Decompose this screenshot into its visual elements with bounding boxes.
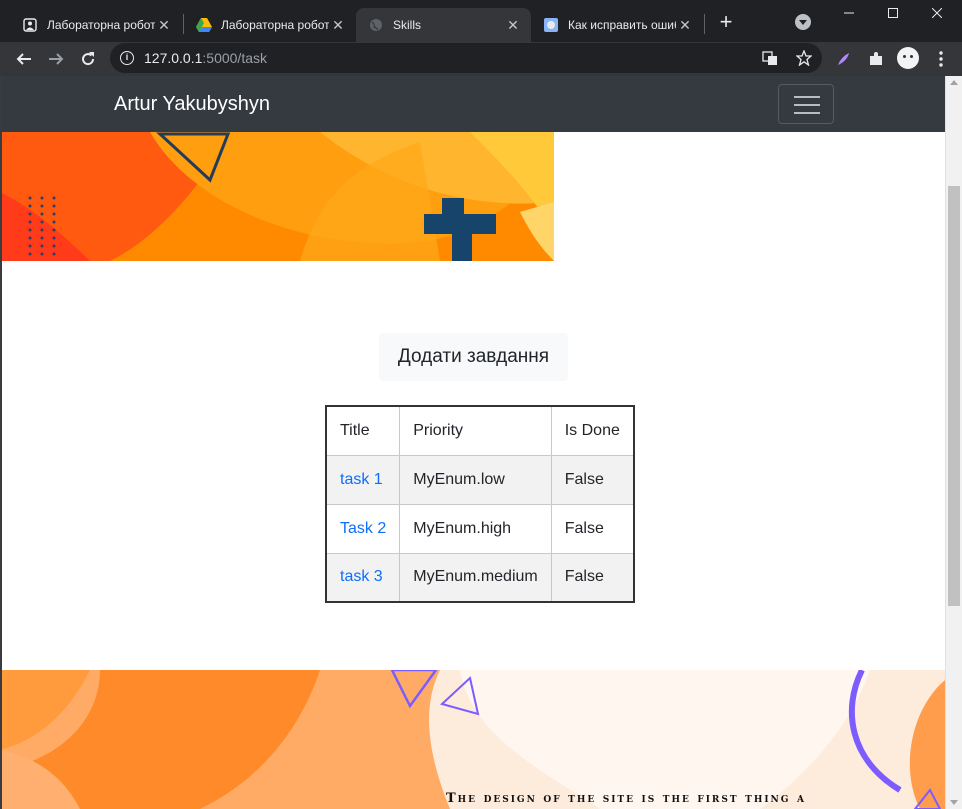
url-path: :5000/task bbox=[202, 50, 267, 66]
url-text[interactable]: 127.0.0.1:5000/task bbox=[144, 50, 267, 66]
extensions-puzzle-icon[interactable] bbox=[867, 51, 885, 69]
browser-toolbar: i 127.0.0.1:5000/task bbox=[0, 42, 962, 76]
tab-search-icon[interactable] bbox=[795, 14, 811, 30]
close-tab-icon[interactable]: ✕ bbox=[677, 17, 693, 33]
tab-title: Как исправить ошибку bbox=[568, 18, 676, 32]
scrollbar-thumb[interactable] bbox=[948, 186, 960, 606]
site-navbar: Artur Yakubyshyn bbox=[0, 76, 945, 132]
header-decor-image bbox=[0, 132, 554, 261]
hamburger-icon bbox=[794, 104, 820, 106]
task-title-cell: Task 2 bbox=[325, 503, 401, 554]
tab-title: Skills bbox=[393, 18, 422, 32]
navbar-toggler-button[interactable] bbox=[778, 84, 834, 124]
translate-icon[interactable] bbox=[762, 50, 778, 66]
column-header-priority: Priority bbox=[399, 405, 552, 456]
address-bar[interactable]: i 127.0.0.1:5000/task bbox=[110, 43, 822, 73]
scroll-up-arrow-icon[interactable] bbox=[950, 80, 958, 85]
scroll-down-arrow-icon[interactable] bbox=[950, 800, 958, 805]
tab-lab-work-2[interactable]: Лабораторна робота ✕ bbox=[184, 8, 356, 42]
tab-skills[interactable]: Skills ✕ bbox=[356, 8, 531, 42]
add-task-button[interactable]: Додати завдання bbox=[379, 333, 568, 381]
task-done-cell: False bbox=[550, 503, 635, 554]
footer-decor-image bbox=[0, 670, 945, 809]
close-tab-icon[interactable]: ✕ bbox=[156, 17, 172, 33]
tab-title: Лабораторна робота bbox=[47, 18, 155, 32]
bookmark-star-icon[interactable] bbox=[795, 49, 813, 67]
task-priority-cell: MyEnum.low bbox=[399, 454, 552, 505]
page-viewport: Artur Yakubyshyn Додати завдання Title P… bbox=[0, 76, 945, 809]
task-priority-cell: MyEnum.high bbox=[399, 503, 552, 554]
forward-button[interactable] bbox=[43, 46, 69, 72]
task-title-cell: task 3 bbox=[325, 552, 401, 603]
site-info-icon[interactable]: i bbox=[120, 51, 134, 65]
table-row: Task 2 MyEnum.high False bbox=[325, 503, 635, 554]
table-row: task 3 MyEnum.medium False bbox=[325, 552, 635, 603]
footer-tagline: The design of the site is the first thin… bbox=[446, 791, 806, 806]
back-button[interactable] bbox=[11, 46, 37, 72]
globe-icon bbox=[368, 17, 384, 33]
profile-avatar[interactable] bbox=[897, 47, 919, 69]
column-header-is-done: Is Done bbox=[550, 405, 635, 456]
site-brand[interactable]: Artur Yakubyshyn bbox=[114, 93, 270, 116]
new-tab-button[interactable]: + bbox=[714, 11, 738, 35]
task-link[interactable]: task 1 bbox=[340, 471, 383, 488]
hamburger-icon bbox=[794, 112, 820, 114]
tab-divider bbox=[704, 14, 705, 34]
minimize-button[interactable] bbox=[826, 0, 872, 26]
tab-fix-error[interactable]: Как исправить ошибку ✕ bbox=[531, 8, 703, 42]
task-link[interactable]: Task 2 bbox=[340, 520, 386, 537]
drive-icon bbox=[196, 17, 212, 33]
maximize-button[interactable] bbox=[870, 0, 916, 26]
menu-kebab-icon[interactable] bbox=[932, 51, 950, 69]
url-host: 127.0.0.1 bbox=[144, 50, 203, 66]
task-link[interactable]: task 3 bbox=[340, 568, 383, 585]
hamburger-icon bbox=[794, 96, 820, 98]
task-done-cell: False bbox=[550, 552, 635, 603]
tab-title: Лабораторна робота bbox=[221, 18, 329, 32]
window-edge bbox=[0, 76, 2, 809]
reload-button[interactable] bbox=[75, 46, 101, 72]
tab-lab-work-1[interactable]: Лабораторна робота ✕ bbox=[10, 8, 182, 42]
close-window-button[interactable] bbox=[914, 0, 960, 26]
close-tab-icon[interactable]: ✕ bbox=[505, 17, 521, 33]
feather-extension-icon[interactable] bbox=[834, 51, 852, 69]
task-priority-cell: MyEnum.medium bbox=[399, 552, 552, 603]
tab-strip: Лабораторна робота ✕ Лабораторна робота … bbox=[0, 0, 962, 42]
page-icon bbox=[543, 17, 559, 33]
close-tab-icon[interactable]: ✕ bbox=[330, 17, 346, 33]
tasks-table: Title Priority Is Done task 1 MyEnum.low… bbox=[325, 405, 635, 603]
task-title-cell: task 1 bbox=[325, 454, 401, 505]
task-done-cell: False bbox=[550, 454, 635, 505]
table-header-row: Title Priority Is Done bbox=[325, 405, 635, 456]
contact-icon bbox=[22, 17, 38, 33]
vertical-scrollbar[interactable] bbox=[945, 76, 962, 809]
column-header-title: Title bbox=[325, 405, 401, 456]
table-row: task 1 MyEnum.low False bbox=[325, 454, 635, 505]
